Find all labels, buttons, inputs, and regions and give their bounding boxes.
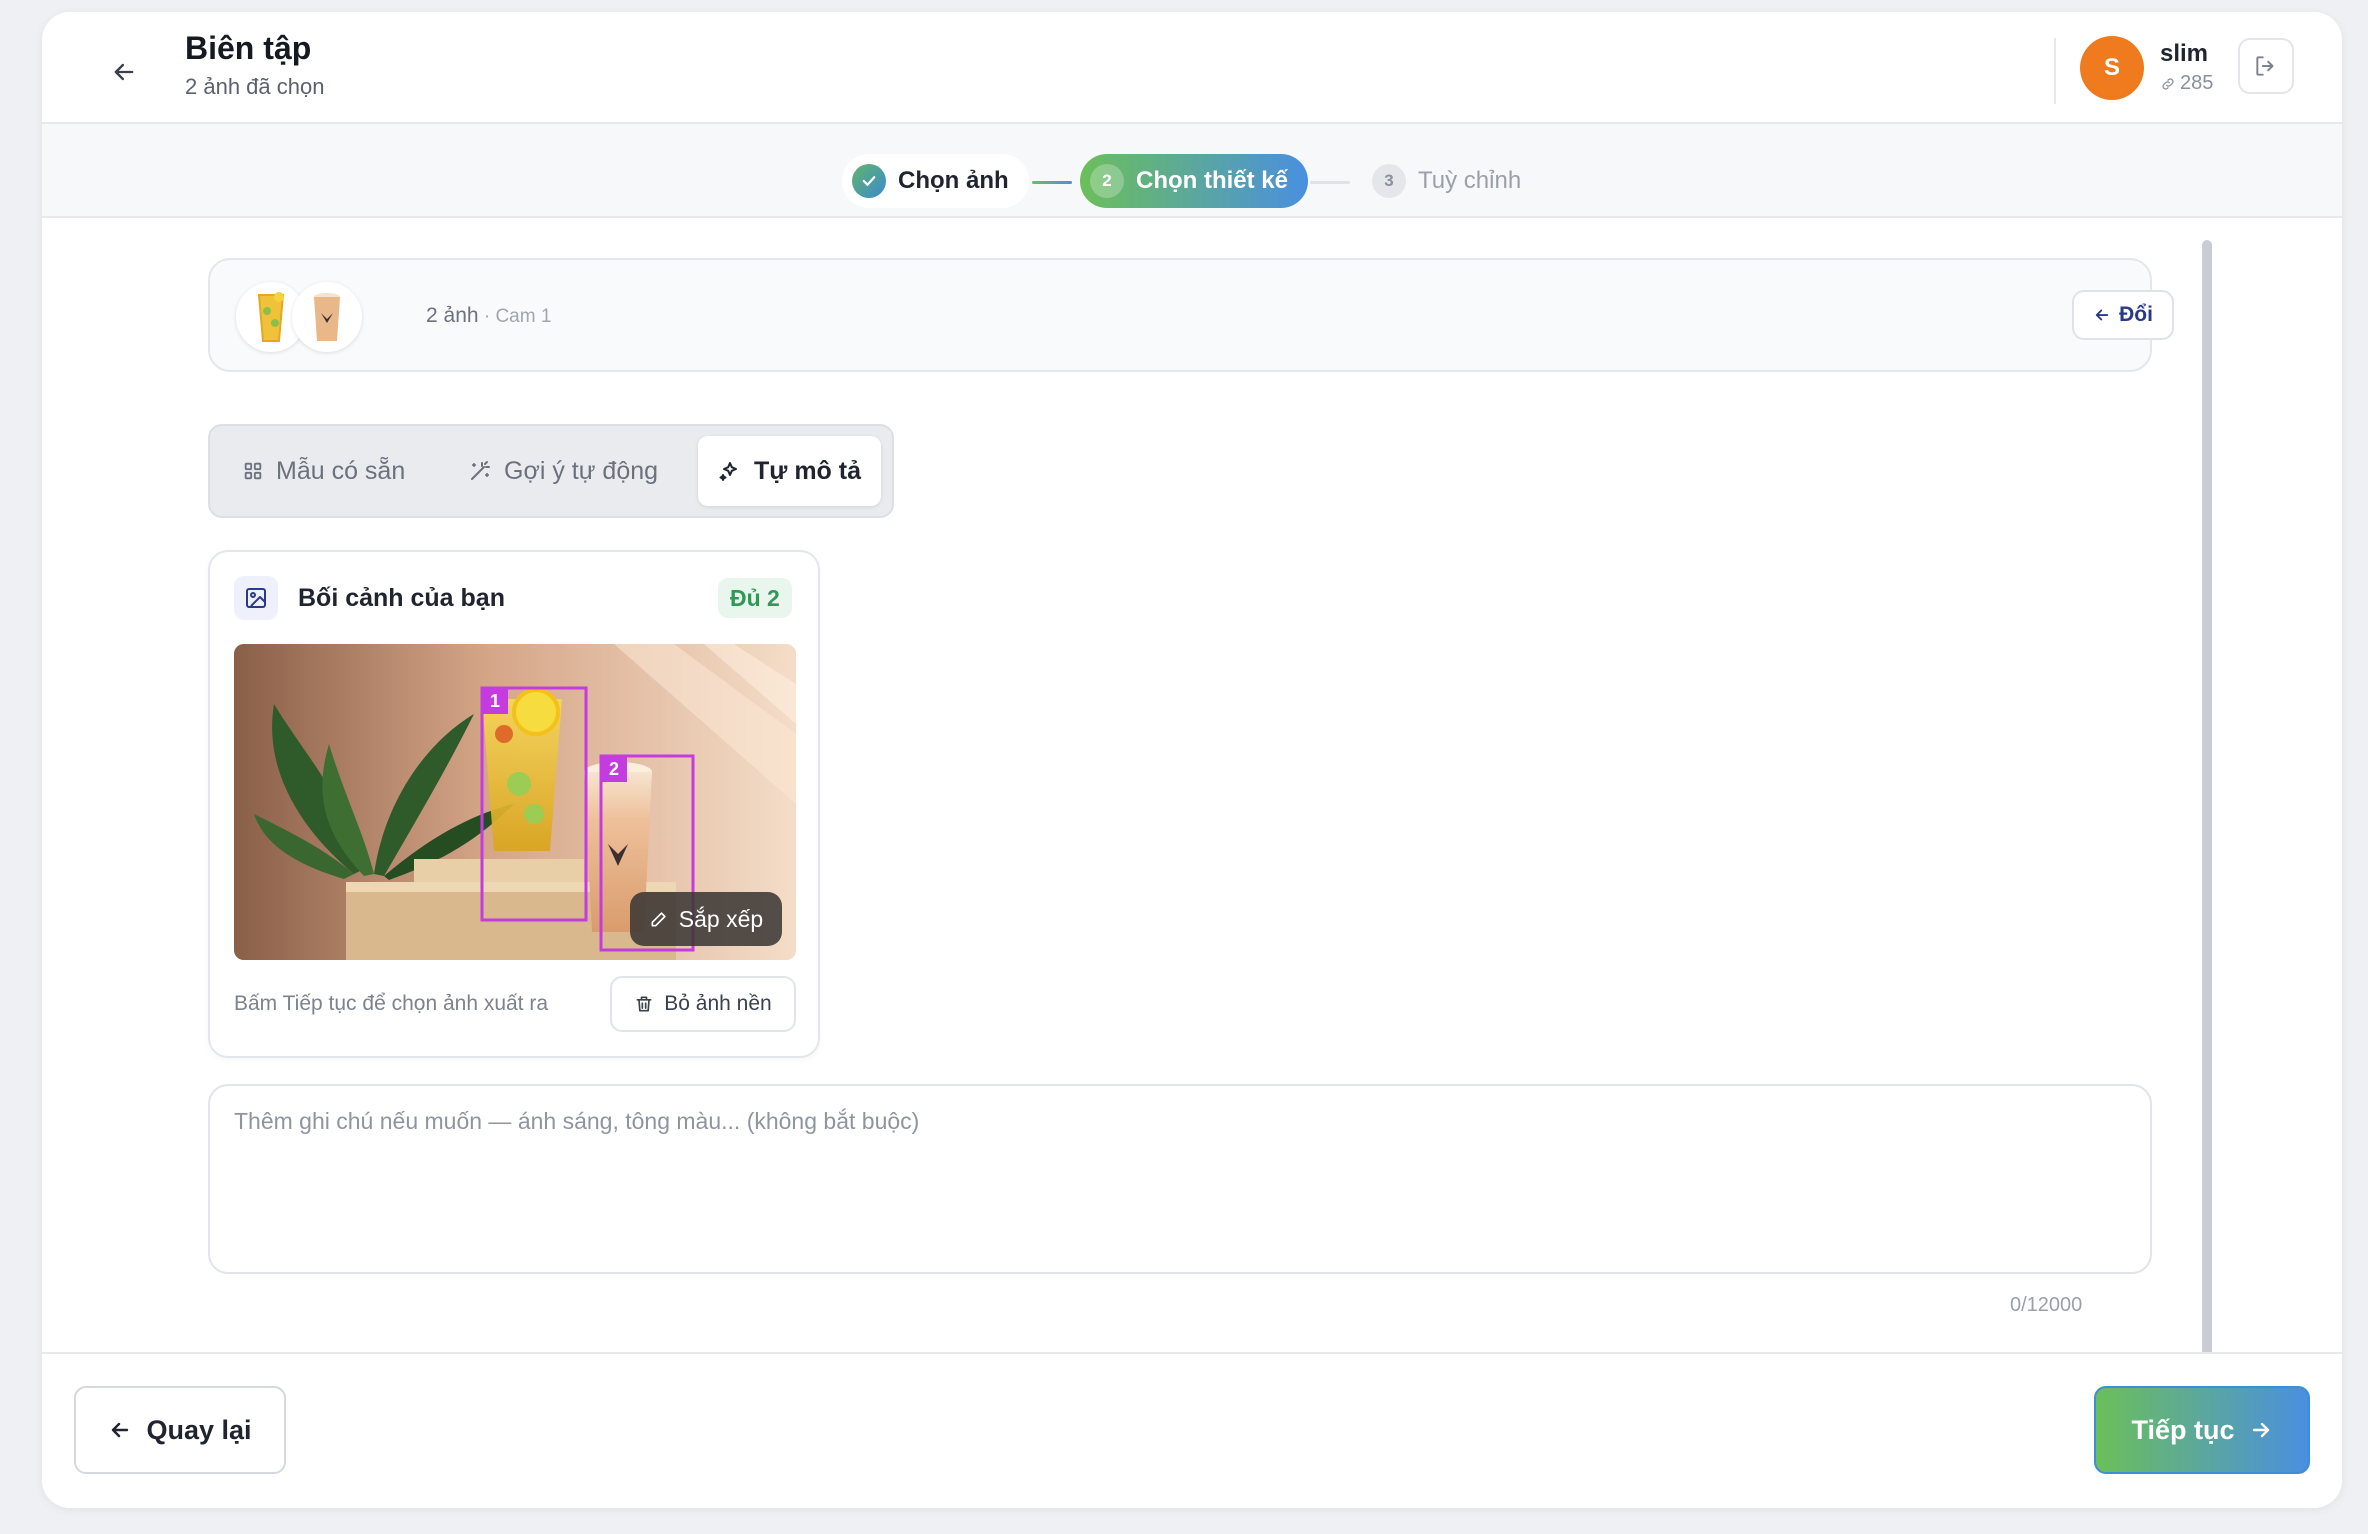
step-label: Chọn thiết kế [1136,167,1289,194]
thumbnail-milk-tea[interactable] [292,282,362,352]
grid-icon [244,462,262,480]
design-mode-tabs: Mẫu có sẵn Gợi ý tự động Tự mô tả [208,424,894,518]
arrow-left-icon [114,63,134,81]
check-icon [852,164,886,198]
tab-label: Mẫu có sẵn [276,456,406,485]
step-select-photos[interactable]: Chọn ảnh [842,154,1029,208]
page-subtitle: 2 ảnh đã chọn [185,74,325,99]
arrow-left-icon [112,1422,129,1438]
swap-button[interactable]: Đổi [2072,290,2174,340]
back-arrow-button[interactable] [102,50,146,94]
scrollbar[interactable] [2202,240,2212,1358]
continue-label: Tiếp tục [2131,1414,2235,1445]
continue-button[interactable]: Tiếp tục [2094,1386,2310,1474]
step-connector [1310,181,1350,184]
tab-auto-suggest[interactable]: Gợi ý tự động [448,436,678,506]
tab-label: Tự mô tả [754,456,861,485]
pencil-icon [651,912,666,927]
image-source: Cam 1 [495,306,552,327]
logout-button[interactable] [2238,38,2294,94]
separator: · [478,306,496,327]
arrange-button[interactable]: Sắp xếp [630,892,782,946]
images-info: 2 ảnh · Cam 1 [426,304,551,328]
step-number: 2 [1090,164,1124,198]
tab-self-describe[interactable]: Tự mô tả [698,436,881,506]
image-icon [234,576,278,620]
credits: 285 [2160,72,2213,95]
note-input[interactable] [208,1084,2152,1274]
scene-hint: Bấm Tiếp tục để chọn ảnh xuất ra [234,992,549,1015]
tab-templates[interactable]: Mẫu có sẵn [222,436,425,506]
back-button[interactable]: Quay lại [74,1386,286,1474]
arrow-left-icon [2095,309,2109,321]
stepper: Chọn ảnh 2 Chọn thiết kế 3 Tuỳ chỉnh [42,124,2342,218]
scene-card: Bối cảnh của bạn Đủ 2 1 2 Sắp xếp Bấm Ti… [208,550,820,1058]
marker-2[interactable]: 2 [609,759,619,779]
selected-images-bar: 2 ảnh · Cam 1 Đổi [208,258,2174,372]
arrange-label: Sắp xếp [678,905,764,932]
char-count: 0/12000 [2010,1294,2083,1316]
sparkles-icon [719,462,737,481]
logout-icon [2256,56,2274,76]
image-count: 2 ảnh [426,304,479,327]
trash-icon [636,996,652,1012]
header: Biên tập 2 ảnh đã chọn S slim 285 [42,12,2342,124]
swap-label: Đổi [2119,303,2153,326]
username: slim [2160,40,2209,67]
back-label: Quay lại [146,1414,252,1445]
step-select-design[interactable]: 2 Chọn thiết kế [1080,154,1309,208]
footer: Quay lại Tiếp tục [42,1352,2342,1508]
credits-value: 285 [2180,72,2214,94]
status-badge: Đủ 2 [718,578,792,618]
remove-background-label: Bỏ ảnh nền [664,992,772,1015]
scene-title: Bối cảnh của bạn [298,584,505,612]
arrow-right-icon [2252,1422,2269,1438]
link-icon [2162,77,2174,90]
editor-window: Biên tập 2 ảnh đã chọn S slim 285 Chọn ả… [42,12,2342,1508]
tab-label: Gợi ý tự động [504,456,659,485]
step-number: 3 [1372,164,1406,198]
step-label: Tuỳ chỉnh [1418,167,1522,194]
step-label: Chọn ảnh [898,167,1009,194]
remove-background-button[interactable]: Bỏ ảnh nền [610,976,796,1032]
scene-preview[interactable]: 1 2 Sắp xếp [234,644,796,960]
page-title: Biên tập [185,30,312,66]
avatar[interactable]: S [2080,36,2144,100]
header-divider [2054,38,2056,104]
magic-wand-icon [471,461,490,480]
marker-1[interactable]: 1 [490,691,500,711]
main-content: 2 ảnh · Cam 1 Đổi Mẫu có sẵn Gợi ý tự độ… [42,220,2342,1362]
step-customize[interactable]: 3 Tuỳ chỉnh [1362,154,1541,208]
step-connector [1032,181,1072,184]
